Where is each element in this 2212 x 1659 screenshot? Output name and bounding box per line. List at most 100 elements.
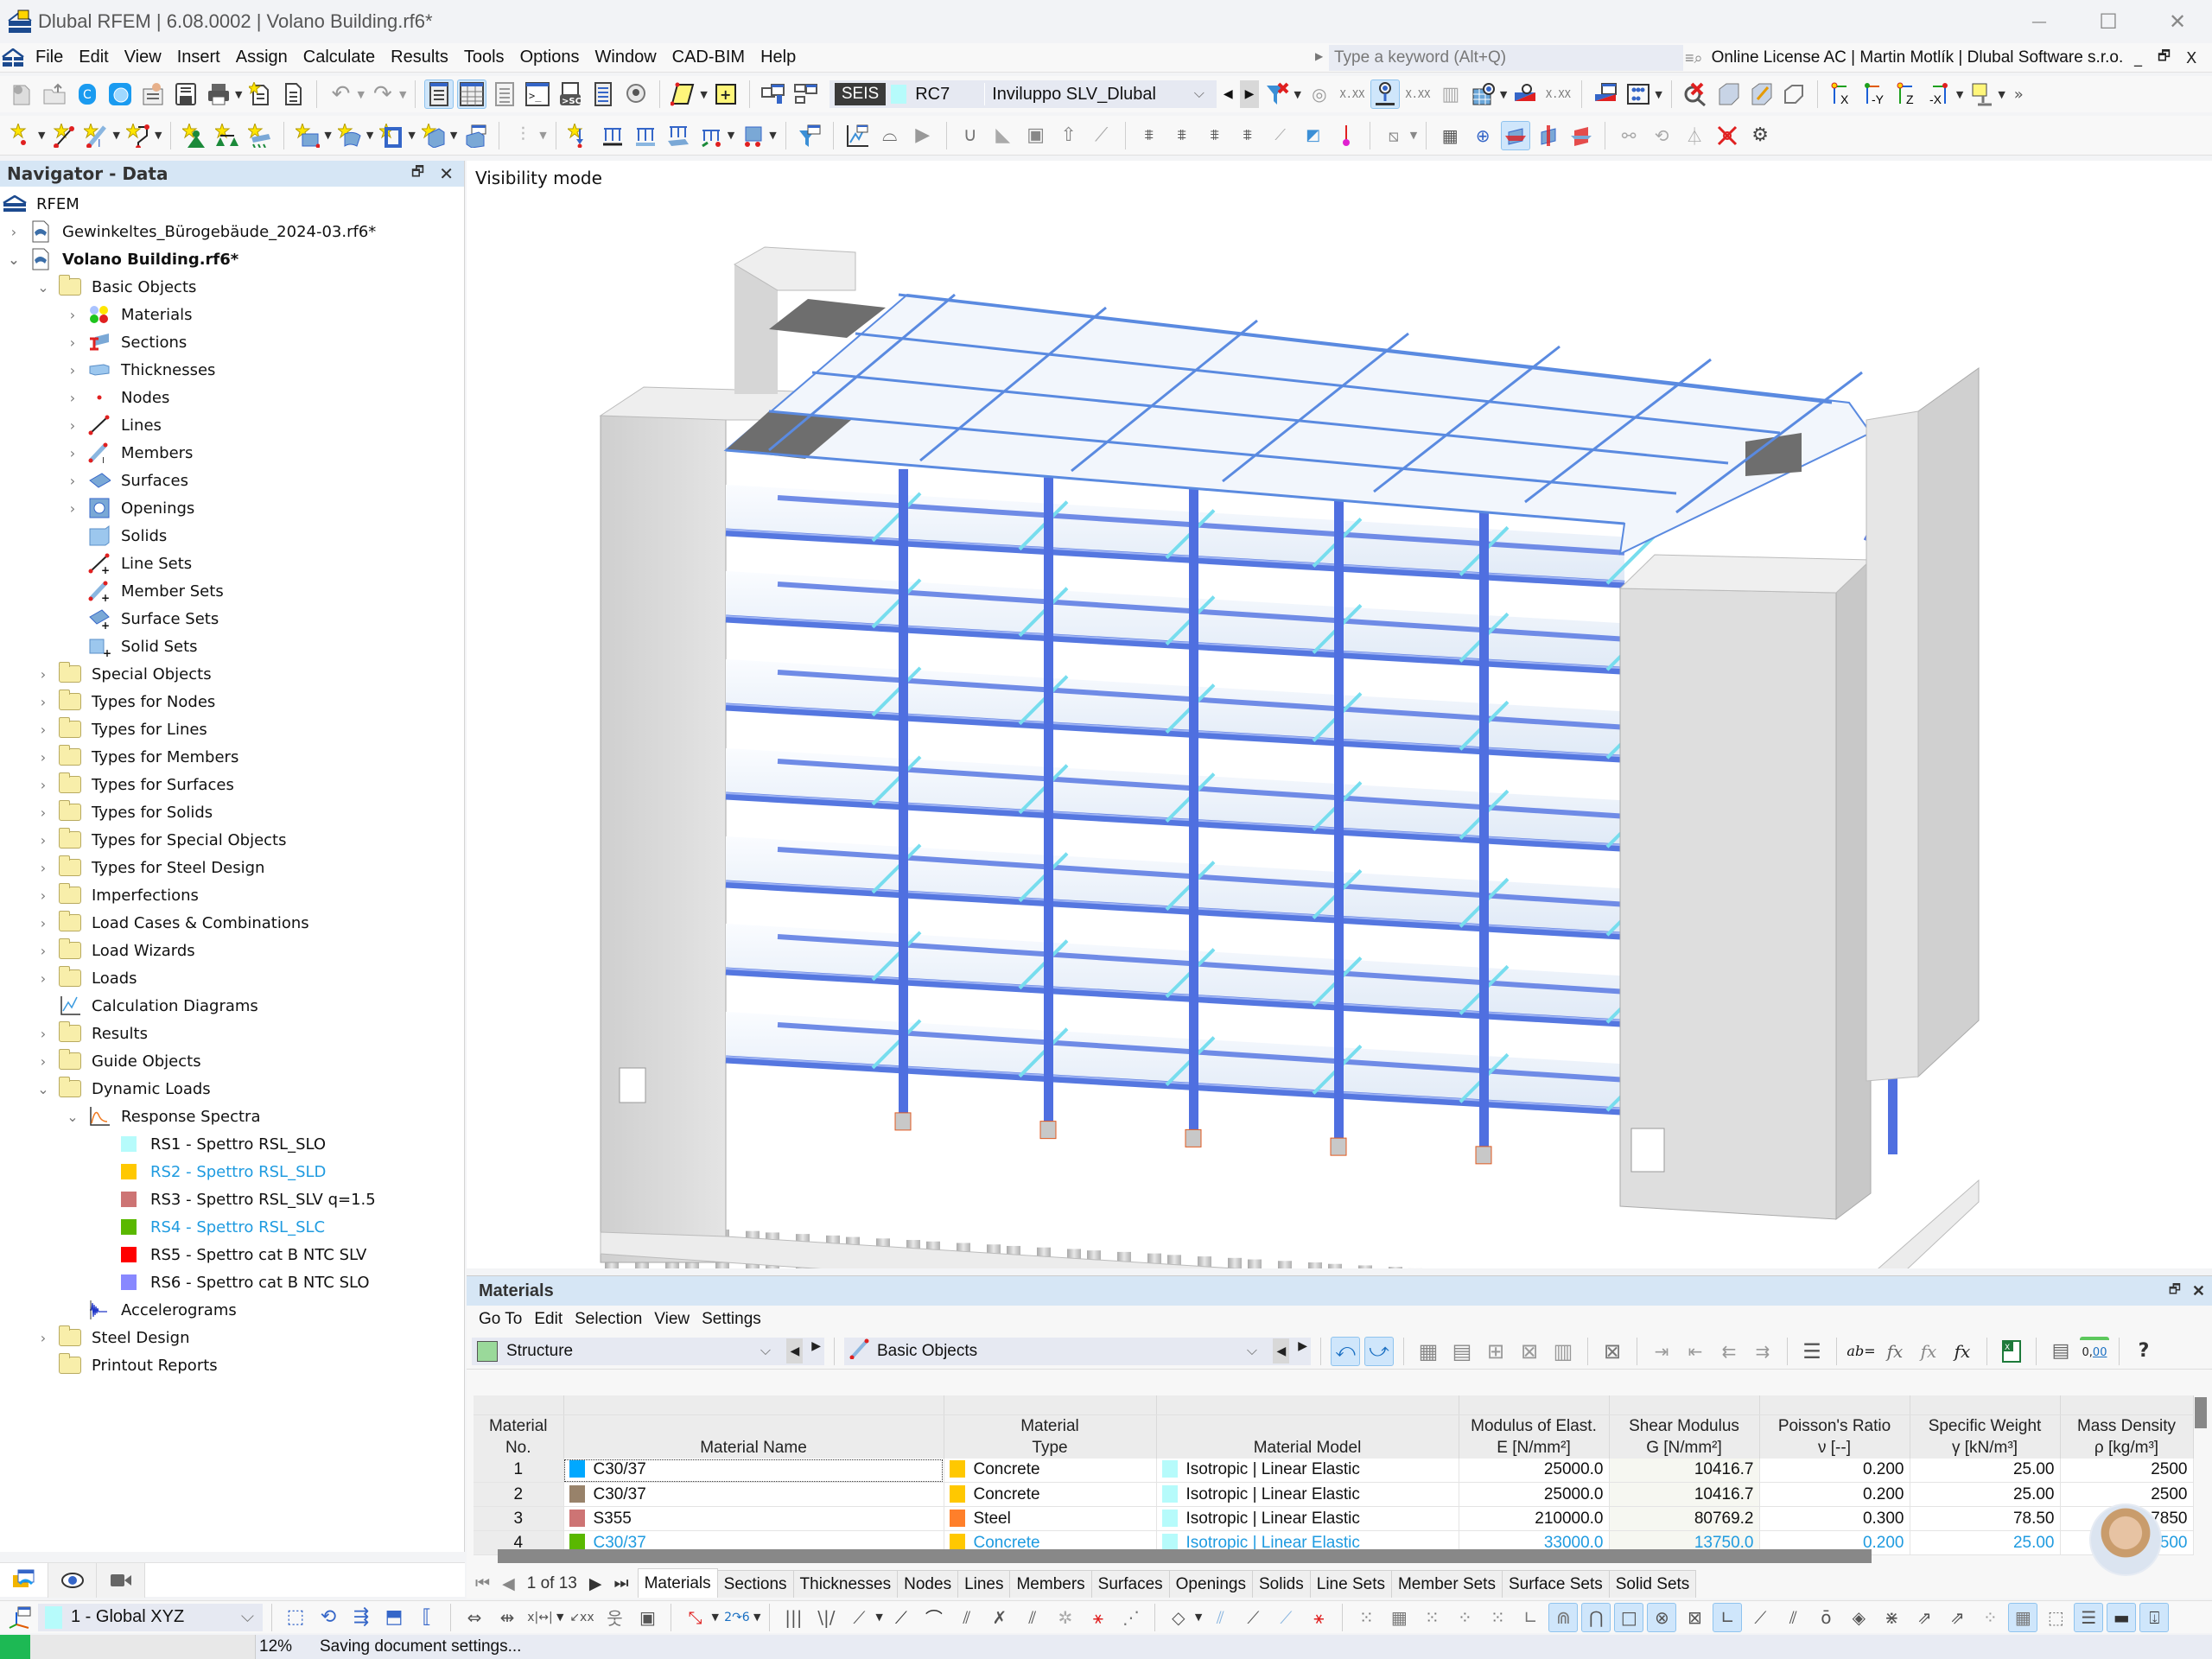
menu-insert[interactable]: Insert	[169, 48, 228, 67]
doc-close-button[interactable]: X	[2186, 49, 2196, 67]
connect-lines-icon[interactable]: ⚹	[1084, 1603, 1113, 1632]
chevron-right-icon[interactable]: ›	[35, 1026, 52, 1042]
new-line-icon[interactable]	[48, 121, 78, 150]
tree-item-lines[interactable]: › Lines	[64, 411, 162, 439]
tree-item-members[interactable]: › I Members	[64, 439, 193, 467]
new-model-icon[interactable]	[7, 79, 36, 109]
menu-view[interactable]: View	[117, 48, 169, 67]
member-align-icon[interactable]: ◇	[1164, 1603, 1193, 1632]
table-info-icon[interactable]: ▤	[2046, 1337, 2075, 1366]
member-result-5-icon[interactable]: ⟋	[1266, 121, 1295, 150]
load-dropdown-icon[interactable]: ▼	[728, 130, 734, 141]
result-values-icon[interactable]: ◎	[1305, 79, 1334, 109]
tree-item-openings[interactable]: › Openings	[64, 494, 194, 522]
chevron-right-icon[interactable]: ›	[35, 915, 52, 931]
snap-intersect-icon[interactable]: ⋇	[1877, 1603, 1906, 1632]
clipping-plane-icon[interactable]: ⧅	[1379, 121, 1408, 150]
tree-item-surface-sets[interactable]: + Surface Sets	[64, 605, 219, 632]
tab-member-sets[interactable]: Member Sets	[1390, 1570, 1503, 1598]
report-icon[interactable]	[278, 79, 308, 109]
member-3-icon[interactable]: ⟋	[1271, 1603, 1300, 1632]
new-imposed-deformation-icon[interactable]	[696, 121, 726, 150]
chevron-right-icon[interactable]: ›	[35, 749, 52, 766]
column-header[interactable]: Specific Weight γ [kN/m³]	[1910, 1414, 2061, 1459]
keyword-search-input[interactable]: Type a keyword (Alt+Q)	[1329, 45, 1683, 71]
open-folder-icon[interactable]	[40, 79, 69, 109]
tab-sections[interactable]: Sections	[716, 1570, 794, 1598]
chevron-right-icon[interactable]: ›	[35, 666, 52, 683]
tab-openings[interactable]: Openings	[1168, 1570, 1253, 1598]
dimension-icon[interactable]: ⇔	[460, 1603, 489, 1632]
chevron-down-icon[interactable]: ⌄	[35, 1081, 52, 1097]
view-fit-icon[interactable]: ⟦	[412, 1603, 442, 1632]
menu-cad-bim[interactable]: CAD-BIM	[664, 48, 753, 67]
menu-file[interactable]: File	[28, 48, 71, 67]
new-curved-surface-icon[interactable]	[335, 121, 365, 150]
view-box-icon[interactable]	[1713, 79, 1743, 109]
cell-material-model[interactable]: Isotropic | Linear Elastic	[1156, 1482, 1459, 1507]
tree-item-member-sets[interactable]: + Member Sets	[64, 577, 224, 605]
tree-item-file-2[interactable]: ⌄ Volano Building.rf6*	[5, 245, 238, 273]
cell-material-type[interactable]: Concrete	[944, 1482, 1157, 1507]
cell-material-name[interactable]: C30/37	[563, 1482, 944, 1507]
snap-parallel-icon[interactable]: ⫽	[1778, 1603, 1808, 1632]
menu-window[interactable]: Window	[588, 48, 664, 67]
tree-item-spectrum-rs2[interactable]: RS2 - Spettro RSL_SLD	[93, 1158, 326, 1185]
new-member-icon[interactable]: I	[81, 121, 111, 150]
snap-tangent-icon[interactable]: ō	[1811, 1603, 1840, 1632]
result-settings-icon[interactable]	[1591, 79, 1620, 109]
surface-results-icon[interactable]: ◣	[988, 121, 1018, 150]
tree-item-types-for-solids[interactable]: › Types for Solids	[35, 798, 213, 826]
prev-button[interactable]: ◀	[1273, 1338, 1290, 1363]
table-horizontal-scrollbar[interactable]	[498, 1549, 1872, 1563]
view-iso-icon[interactable]: ⬚	[281, 1603, 310, 1632]
delete-row-icon[interactable]: ⊠	[1515, 1337, 1544, 1366]
new-member-load-icon[interactable]	[598, 121, 627, 150]
reference-icon[interactable]: ⚯	[1614, 121, 1643, 150]
cell-specific-weight[interactable]: 25.00	[1910, 1530, 2061, 1555]
cell-material-model[interactable]: Isotropic | Linear Elastic	[1156, 1506, 1459, 1531]
result-numbers-icon[interactable]: X.XX	[1338, 79, 1367, 109]
new-window-icon[interactable]	[759, 79, 788, 109]
tree-item-file-1[interactable]: › Gewinkeltes_Bürogebäude_2024-03.rf6*	[5, 218, 376, 245]
member-result-2-icon[interactable]: ⩨	[1167, 121, 1197, 150]
snap-circle-cross-icon[interactable]: ⊗	[1647, 1602, 1677, 1632]
rotate-icon[interactable]: ⟲	[1647, 121, 1676, 150]
new-surface-support-icon[interactable]	[245, 121, 275, 150]
tree-item-nodes[interactable]: › Nodes	[64, 384, 170, 411]
microscope-dropdown-icon[interactable]: ▼	[1998, 89, 2005, 100]
dimension-xx-icon[interactable]: ↙xx	[567, 1603, 596, 1632]
table-link-icon[interactable]: ▤	[1447, 1337, 1477, 1366]
tab-thicknesses[interactable]: Thicknesses	[792, 1570, 899, 1598]
chevron-right-icon[interactable]: ›	[64, 445, 81, 461]
member-result-3-icon[interactable]: ⩨	[1200, 121, 1230, 150]
cell-shear-modulus-g[interactable]: 80769.2	[1609, 1506, 1760, 1531]
solid-dropdown-icon[interactable]: ▼	[450, 130, 457, 141]
member-2-icon[interactable]: ⟋	[1238, 1603, 1268, 1632]
view-section-icon[interactable]	[1779, 79, 1808, 109]
save-icon[interactable]	[171, 79, 200, 109]
view-zoom-box-icon[interactable]: ⬒	[379, 1603, 409, 1632]
cell-modulus-e[interactable]: 25000.0	[1459, 1482, 1610, 1507]
parallel-lines-icon[interactable]: |||	[779, 1603, 808, 1632]
print-icon[interactable]	[204, 79, 233, 109]
new-surface-load-icon[interactable]	[664, 121, 693, 150]
chevron-down-icon[interactable]: ⌄	[5, 251, 22, 268]
doc-restore-button[interactable]: 🗗	[2158, 47, 2171, 70]
snap-new-grid-icon[interactable]: ▦	[1384, 1603, 1414, 1632]
new-support-icon[interactable]	[180, 121, 209, 150]
distance-dropdown-icon[interactable]: ▼	[711, 1611, 718, 1623]
insert-row-icon[interactable]: ⊞	[1481, 1337, 1510, 1366]
node-dropdown-icon[interactable]: ▼	[38, 130, 45, 141]
redo-icon[interactable]: ↷	[368, 79, 397, 109]
tree-item-spectrum-rs1[interactable]: RS1 - Spettro RSL_SLO	[93, 1130, 326, 1158]
tree-item-spectrum-rs4[interactable]: RS4 - Spettro RSL_SLC	[93, 1213, 325, 1241]
microscope-icon[interactable]	[1967, 79, 1996, 109]
tree-item-types-for-special-objects[interactable]: › Types for Special Objects	[35, 826, 287, 854]
chevron-right-icon[interactable]: ›	[35, 970, 52, 987]
chevron-right-icon[interactable]: ›	[35, 887, 52, 904]
member-axis-icon[interactable]: ▬	[2107, 1602, 2137, 1632]
cell-specific-weight[interactable]: 25.00	[1910, 1482, 2061, 1507]
table-view-icon[interactable]	[424, 79, 454, 109]
column-header[interactable]: Material Type	[944, 1414, 1157, 1459]
